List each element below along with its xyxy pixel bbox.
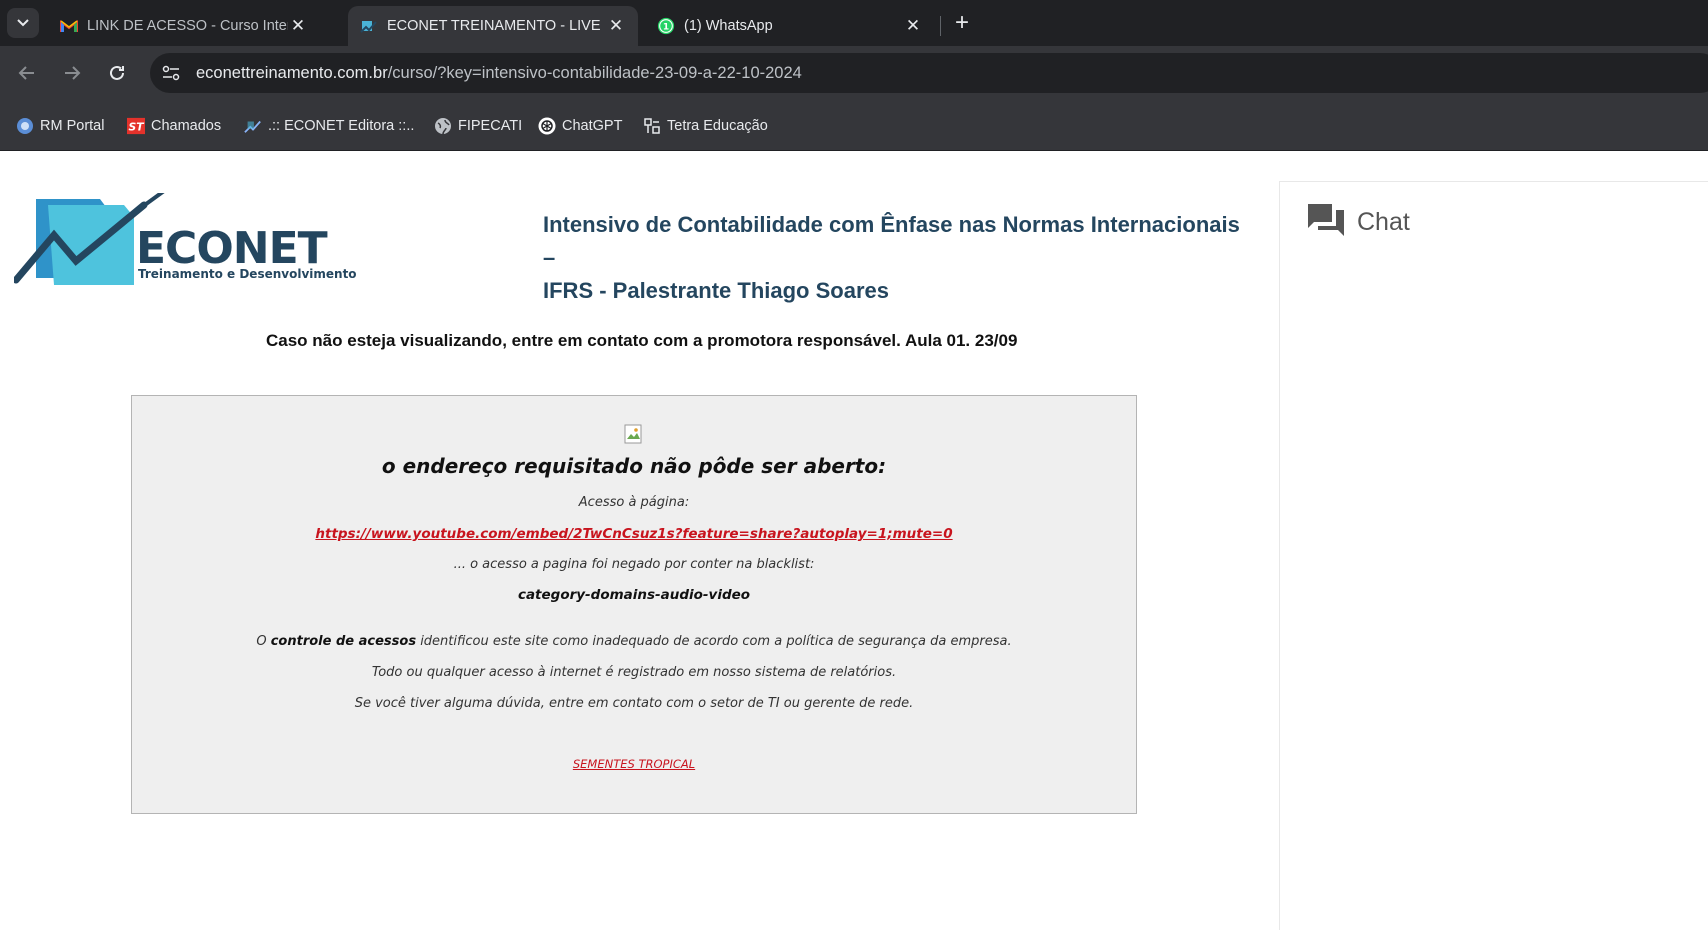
arrow-left-icon: [18, 66, 34, 80]
blacklist-category: category-domains-audio-video: [517, 587, 751, 603]
course-title-line2: IFRS - Palestrante Thiago Soares: [543, 278, 889, 303]
course-title-line1: Intensivo de Contabilidade com Ênfase na…: [543, 212, 1240, 270]
tab-whatsapp[interactable]: 1 (1) WhatsApp ✕: [645, 6, 935, 46]
site-info-icon[interactable]: [160, 62, 182, 84]
chevron-down-icon: [17, 19, 29, 27]
econet-editora-icon: [244, 117, 262, 135]
bookmark-label: ChatGPT: [562, 118, 623, 134]
blocked-url-link[interactable]: https://www.youtube.com/embed/2TwCnCsuz1…: [132, 526, 1136, 542]
tab-title: LINK DE ACESSO - Curso Intensivo: [87, 18, 288, 34]
url-path: /curso/?key=intensivo-contabilidade-23-0…: [387, 64, 802, 82]
forum-icon: [1306, 202, 1346, 240]
bookmark-label: Tetra Educação: [667, 118, 768, 134]
new-tab-button[interactable]: +: [950, 9, 974, 36]
econet-icon: [360, 17, 378, 35]
whatsapp-icon: 1: [657, 17, 675, 35]
reload-icon: [110, 65, 124, 80]
denied-text: ... o acesso a pagina foi negado por con…: [453, 557, 815, 572]
blocked-page-panel: o endereço requisitado não pôde ser aber…: [131, 395, 1137, 814]
page-content: ECONET Treinamento e Desenvolvimento Int…: [0, 151, 1708, 930]
st-icon: ST: [127, 117, 145, 135]
tab-separator: [940, 16, 941, 36]
tab-search-button[interactable]: [7, 8, 39, 38]
svg-text:ST: ST: [128, 121, 145, 134]
forward-button[interactable]: [59, 60, 85, 86]
gmail-icon: [60, 17, 78, 35]
tab-gmail[interactable]: LINK DE ACESSO - Curso Intensivo ✕: [48, 6, 320, 46]
bookmark-label: .:: ECONET Editora ::..: [268, 118, 415, 134]
econet-logo[interactable]: ECONET Treinamento e Desenvolvimento: [12, 189, 359, 288]
registry-text: Todo ou qualquer acesso à internet é reg…: [371, 665, 897, 680]
url-host: econettreinamento.com.br: [196, 64, 388, 82]
reload-button[interactable]: [104, 60, 130, 86]
chat-panel: Chat: [1279, 181, 1708, 930]
bookmark-label: RM Portal: [40, 118, 105, 134]
svg-text:1: 1: [663, 23, 669, 33]
policy-text: O controle de acessos identificou este s…: [132, 634, 1136, 649]
svg-text:Treinamento e Desenvolvimento: Treinamento e Desenvolvimento: [138, 267, 357, 281]
tab-strip: LINK DE ACESSO - Curso Intensivo ✕ ECONE…: [0, 0, 1708, 46]
browser-toolbar: econettreinamento.com.br/curso/?key=inte…: [0, 46, 1708, 100]
address-bar[interactable]: econettreinamento.com.br/curso/?key=inte…: [150, 53, 1708, 93]
tab-title: (1) WhatsApp: [684, 18, 773, 34]
contact-notice: Caso não esteja visualizando, entre em c…: [266, 331, 1018, 350]
arrow-right-icon: [65, 66, 81, 80]
chat-title: Chat: [1357, 208, 1410, 236]
tetra-icon: [643, 117, 661, 135]
tab-econet-live[interactable]: ECONET TREINAMENTO - LIVE ✕: [348, 6, 638, 46]
policy-suffix: identificou este site como inadequado de…: [416, 634, 1012, 649]
access-label: Acesso à página:: [578, 495, 690, 510]
bookmark-fipecati[interactable]: FIPECATI: [434, 116, 522, 136]
rm-portal-icon: [16, 117, 34, 135]
course-title: Intensivo de Contabilidade com Ênfase na…: [543, 208, 1243, 307]
blocked-title: o endereço requisitado não pôde ser aber…: [381, 454, 887, 478]
chatgpt-icon: [538, 117, 556, 135]
bookmark-econet-editora[interactable]: .:: ECONET Editora ::..: [244, 116, 414, 136]
globe-icon: [434, 117, 452, 135]
close-icon[interactable]: ✕: [288, 16, 308, 36]
bookmarks-bar: RM Portal ST Chamados .:: ECONET Editora…: [0, 100, 1708, 151]
tab-title: ECONET TREINAMENTO - LIVE: [387, 18, 601, 34]
policy-bold: controle de acessos: [270, 634, 417, 649]
bookmark-label: Chamados: [151, 118, 222, 134]
bookmark-chamados[interactable]: ST Chamados: [127, 116, 221, 136]
contact-it-text: Se você tiver alguma dúvida, entre em co…: [354, 696, 914, 711]
bookmark-rm-portal[interactable]: RM Portal: [16, 116, 104, 136]
back-button[interactable]: [14, 60, 40, 86]
footer-link[interactable]: SEMENTES TROPICAL: [132, 757, 1136, 771]
bookmark-tetra-educacao[interactable]: Tetra Educação: [643, 116, 768, 136]
close-icon[interactable]: ✕: [606, 16, 626, 36]
broken-image-icon: [624, 424, 644, 444]
policy-prefix: O: [256, 634, 271, 649]
bookmark-label: FIPECATI: [458, 118, 523, 134]
close-icon[interactable]: ✕: [903, 16, 923, 36]
bookmark-chatgpt[interactable]: ChatGPT: [538, 116, 622, 136]
url-text[interactable]: econettreinamento.com.br/curso/?key=inte…: [196, 64, 802, 83]
